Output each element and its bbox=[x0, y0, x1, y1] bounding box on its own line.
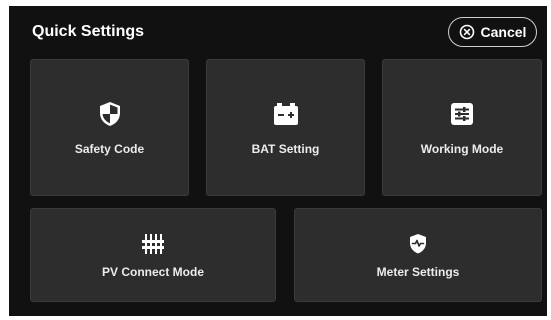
tile-meter-settings[interactable]: Meter Settings bbox=[294, 208, 542, 302]
tile-label: Safety Code bbox=[74, 142, 145, 156]
meter-shield-icon bbox=[295, 232, 541, 256]
sliders-icon bbox=[383, 100, 541, 128]
shield-icon bbox=[31, 100, 188, 128]
tile-safety-code[interactable]: Safety Code bbox=[30, 59, 189, 196]
cancel-button[interactable]: Cancel bbox=[448, 17, 537, 47]
battery-icon bbox=[207, 100, 364, 128]
tile-label: BAT Setting bbox=[251, 142, 320, 156]
cancel-button-label: Cancel bbox=[480, 24, 527, 40]
close-circle-icon bbox=[459, 24, 475, 40]
tile-label: Meter Settings bbox=[376, 265, 460, 279]
tile-working-mode[interactable]: Working Mode bbox=[382, 59, 542, 196]
pv-connector-icon bbox=[31, 232, 275, 256]
quick-settings-dialog: Quick Settings Cancel Safety Code BAT Se… bbox=[9, 6, 547, 316]
tile-label: PV Connect Mode bbox=[101, 265, 204, 279]
tile-pv-connect-mode[interactable]: PV Connect Mode bbox=[30, 208, 276, 302]
page-title: Quick Settings bbox=[32, 23, 145, 40]
tile-bat-setting[interactable]: BAT Setting bbox=[206, 59, 365, 196]
tile-label: Working Mode bbox=[420, 142, 504, 156]
